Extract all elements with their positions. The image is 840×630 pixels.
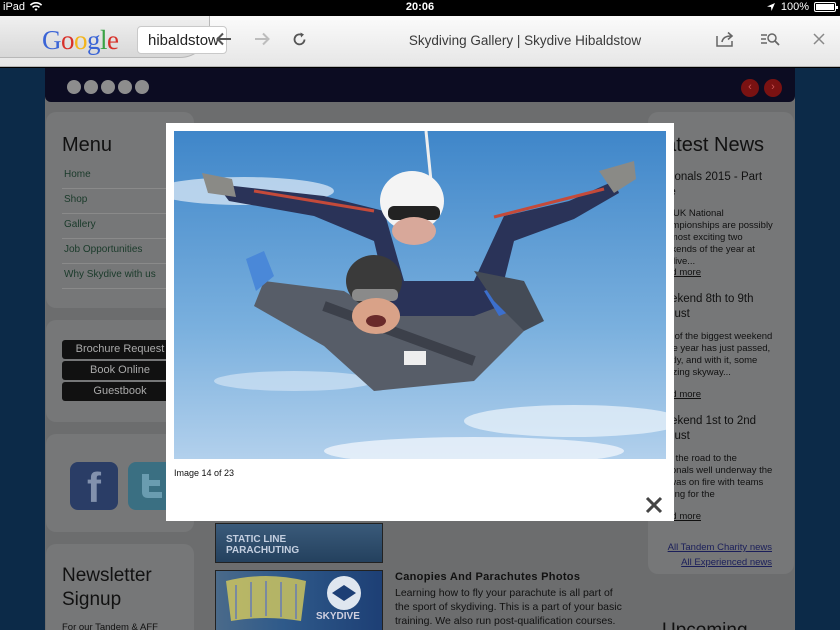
- lightbox: Image 14 of 23: [166, 123, 674, 521]
- image-caption: Image 14 of 23: [174, 468, 235, 478]
- google-logo: Google: [42, 25, 119, 55]
- share-icon: [716, 31, 734, 47]
- status-bar: iPad 20:06 100%: [0, 0, 840, 16]
- close-tab-button[interactable]: [805, 25, 833, 53]
- battery-percent: 100%: [780, 1, 809, 13]
- back-button[interactable]: [210, 25, 238, 53]
- forward-arrow-icon: [255, 32, 270, 46]
- forward-button[interactable]: [248, 25, 276, 53]
- browser-toolbar: Google hibaldstow Skydiving Gallery | Sk…: [0, 16, 840, 67]
- gallery-photo: [174, 131, 666, 459]
- location-arrow-icon: [766, 3, 775, 11]
- reload-button[interactable]: [285, 25, 313, 53]
- battery-icon: [814, 2, 838, 12]
- lightbox-close-button[interactable]: [644, 495, 664, 515]
- close-icon: [813, 33, 825, 45]
- page-title: Skydiving Gallery | Skydive Hibaldstow: [408, 33, 642, 48]
- find-in-page-button[interactable]: [756, 25, 784, 53]
- find-in-page-icon: [761, 33, 780, 46]
- status-time: 20:06: [405, 1, 435, 13]
- back-arrow-icon: [216, 32, 231, 46]
- close-icon: [645, 496, 663, 514]
- reload-icon: [293, 32, 305, 45]
- share-button[interactable]: [712, 25, 740, 53]
- skydivers-photo: [174, 131, 666, 459]
